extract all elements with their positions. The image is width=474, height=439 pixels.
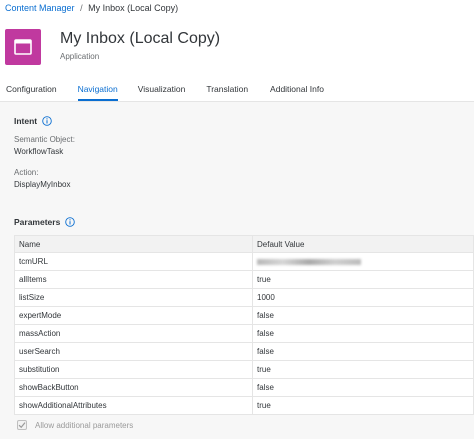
- tab-navigation[interactable]: Navigation: [77, 80, 118, 101]
- table-header-row: Name Default Value: [14, 235, 474, 253]
- allow-additional-label: Allow additional parameters: [35, 420, 134, 430]
- action-label: Action:: [14, 168, 39, 177]
- table-row[interactable]: userSearch false: [14, 342, 474, 361]
- object-header: Content Manager / My Inbox (Local Copy) …: [0, 0, 474, 101]
- parameters-section-title: Parameters: [14, 217, 76, 227]
- param-name: expertMode: [14, 306, 253, 325]
- intent-section-title: Intent: [14, 116, 52, 126]
- table-row[interactable]: tcmURL: [14, 252, 474, 271]
- window-icon: [14, 39, 32, 55]
- param-name: tcmURL: [14, 252, 253, 271]
- redacted-value: [257, 258, 361, 265]
- table-row[interactable]: allItems true: [14, 270, 474, 289]
- page-title: My Inbox (Local Copy): [60, 30, 221, 47]
- param-name: listSize: [14, 288, 253, 307]
- parameters-table: Name Default Value tcmURL allItems true …: [14, 235, 474, 415]
- tab-additional-info[interactable]: Additional Info: [270, 80, 324, 101]
- semantic-object-label: Semantic Object:: [14, 135, 75, 144]
- tab-configuration[interactable]: Configuration: [6, 80, 57, 101]
- info-icon[interactable]: [42, 116, 52, 126]
- breadcrumb: Content Manager / My Inbox (Local Copy): [5, 3, 178, 13]
- param-value: false: [252, 342, 474, 361]
- tab-bar: Configuration Navigation Visualization T…: [0, 80, 324, 101]
- breadcrumb-current: My Inbox (Local Copy): [88, 3, 179, 13]
- action-value: DisplayMyInbox: [14, 180, 71, 189]
- navigation-panel: Intent Semantic Object: WorkflowTask Act…: [0, 101, 474, 439]
- param-name: massAction: [14, 324, 253, 343]
- param-value: false: [252, 324, 474, 343]
- param-value: true: [252, 360, 474, 379]
- table-row[interactable]: massAction false: [14, 324, 474, 343]
- table-row[interactable]: showAdditionalAttributes true: [14, 396, 474, 415]
- tab-visualization[interactable]: Visualization: [138, 80, 186, 101]
- column-header-default-value[interactable]: Default Value: [252, 235, 474, 253]
- breadcrumb-separator: /: [80, 3, 83, 13]
- param-name: allItems: [14, 270, 253, 289]
- param-value-redacted: [252, 252, 474, 271]
- tab-translation[interactable]: Translation: [206, 80, 248, 101]
- param-value: false: [252, 306, 474, 325]
- param-value: true: [252, 396, 474, 415]
- allow-additional-parameters: Allow additional parameters: [14, 420, 133, 430]
- table-row[interactable]: substitution true: [14, 360, 474, 379]
- column-header-name[interactable]: Name: [14, 235, 253, 253]
- info-icon[interactable]: [65, 217, 76, 227]
- intent-title: Intent: [14, 116, 38, 126]
- checkmark-icon: [18, 422, 26, 429]
- param-name: showBackButton: [14, 378, 253, 397]
- parameters-title: Parameters: [14, 217, 61, 227]
- param-name: showAdditionalAttributes: [14, 396, 253, 415]
- table-row[interactable]: showBackButton false: [14, 378, 474, 397]
- param-value: true: [252, 270, 474, 289]
- param-value: false: [252, 378, 474, 397]
- param-name: userSearch: [14, 342, 253, 361]
- param-name: substitution: [14, 360, 253, 379]
- table-row[interactable]: listSize 1000: [14, 288, 474, 307]
- allow-additional-checkbox[interactable]: [17, 420, 27, 430]
- table-row[interactable]: expertMode false: [14, 306, 474, 325]
- semantic-object-value: WorkflowTask: [14, 147, 64, 156]
- param-value: 1000: [252, 288, 474, 307]
- app-type: Application: [60, 52, 100, 61]
- app-tile-icon: [5, 29, 41, 65]
- breadcrumb-link-content-manager[interactable]: Content Manager: [5, 3, 75, 13]
